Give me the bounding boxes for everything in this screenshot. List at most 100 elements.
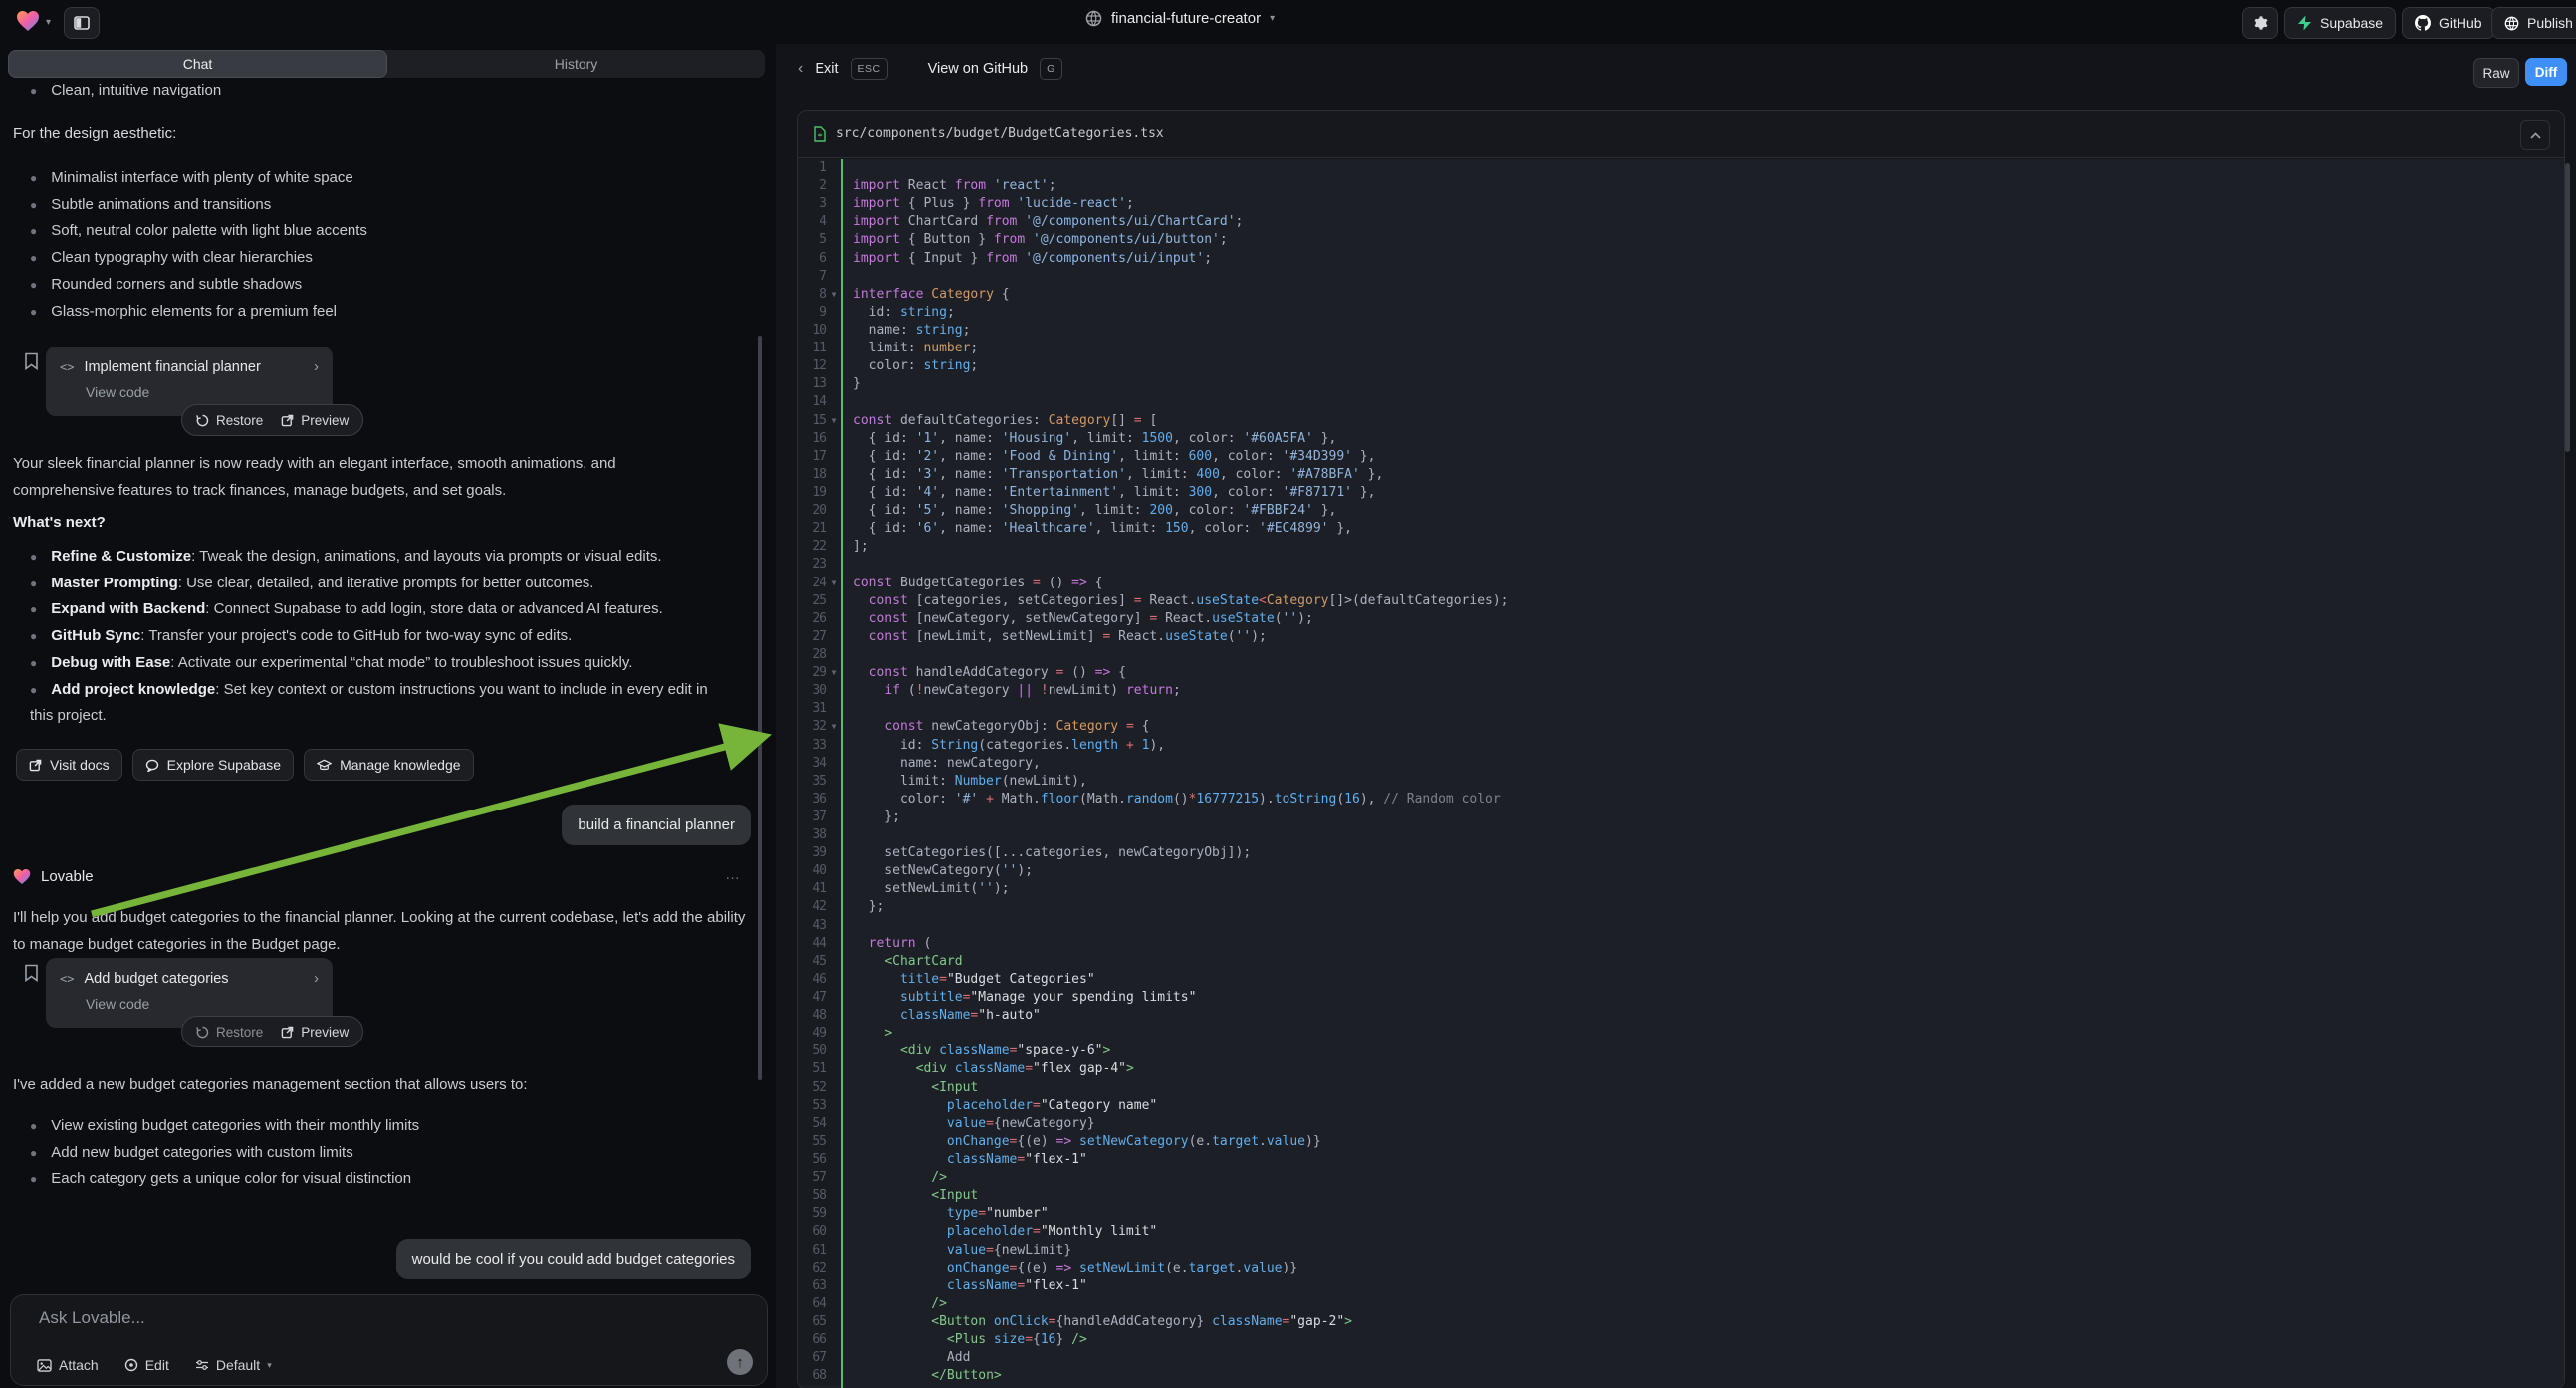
- line-number: 30: [798, 682, 827, 700]
- line-number: 34: [798, 755, 827, 773]
- chevron-up-icon: [2530, 132, 2541, 139]
- lovable-logo[interactable]: [16, 10, 40, 32]
- code-text: <div className="flex gap-4">: [841, 1060, 1134, 1078]
- explore-supabase-button[interactable]: Explore Supabase: [132, 749, 294, 781]
- fold-gutter: [827, 340, 841, 357]
- manage-knowledge-button[interactable]: Manage knowledge: [304, 749, 473, 781]
- preview-button[interactable]: Preview: [281, 413, 349, 428]
- code-text: limit: number;: [841, 340, 978, 357]
- collapse-button[interactable]: [2520, 120, 2550, 150]
- file-header[interactable]: src/components/budget/BudgetCategories.t…: [798, 111, 2564, 158]
- gear-icon: [2252, 15, 2268, 31]
- mode-select[interactable]: Default ▾: [195, 1357, 272, 1373]
- code-line: 53 placeholder="Category name": [798, 1097, 2564, 1115]
- fold-arrow-icon[interactable]: ▼: [827, 286, 841, 304]
- bookmark-icon[interactable]: [24, 964, 39, 982]
- line-number: 62: [798, 1260, 827, 1277]
- file-path: src/components/budget/BudgetCategories.t…: [836, 126, 1164, 141]
- bullet-dot: ●: [30, 84, 37, 98]
- fold-gutter: [827, 1260, 841, 1277]
- fold-arrow-icon[interactable]: ▼: [827, 575, 841, 592]
- bookmark-icon[interactable]: [24, 352, 39, 370]
- code-line: 42 };: [798, 898, 2564, 916]
- line-number: 14: [798, 393, 827, 411]
- preview-button[interactable]: Preview: [281, 1025, 349, 1040]
- exit-button[interactable]: Exit: [815, 61, 838, 77]
- code-text: import React from 'react';: [841, 177, 1056, 195]
- fold-gutter: [827, 773, 841, 791]
- code-line: 36 color: '#' + Math.floor(Math.random()…: [798, 791, 2564, 809]
- settings-button[interactable]: [2242, 7, 2278, 39]
- code-line: 37 };: [798, 809, 2564, 826]
- fold-arrow-icon[interactable]: ▼: [827, 718, 841, 736]
- edit-button[interactable]: Edit: [124, 1357, 169, 1373]
- code-line: 5import { Button } from '@/components/ui…: [798, 231, 2564, 249]
- fold-gutter: [827, 1313, 841, 1331]
- chat-scrollbar[interactable]: [758, 336, 762, 1080]
- bullet-dot: ●: [30, 656, 37, 670]
- ask-lovable-input[interactable]: [37, 1307, 638, 1329]
- visit-docs-button[interactable]: Visit docs: [16, 749, 122, 781]
- line-number: 40: [798, 862, 827, 880]
- view-on-github-button[interactable]: View on GitHub: [928, 61, 1028, 77]
- sidebar-toggle-button[interactable]: [64, 7, 100, 39]
- fold-gutter: [827, 682, 841, 700]
- external-link-icon: [281, 414, 294, 427]
- code-line: 41 setNewLimit('');: [798, 880, 2564, 898]
- restore-button[interactable]: Restore: [196, 413, 263, 428]
- send-button[interactable]: ↑: [727, 1349, 753, 1375]
- restore-button[interactable]: Restore: [196, 1025, 263, 1040]
- publish-button[interactable]: Publish: [2491, 7, 2576, 39]
- raw-toggle-button[interactable]: Raw: [2473, 58, 2519, 88]
- view-code-link[interactable]: View code: [46, 375, 333, 400]
- code-text: };: [841, 809, 900, 826]
- fold-gutter: [827, 1151, 841, 1169]
- fold-arrow-icon[interactable]: ▼: [827, 412, 841, 430]
- tab-history[interactable]: History: [387, 50, 765, 78]
- line-number: 58: [798, 1187, 827, 1205]
- supabase-button[interactable]: Supabase: [2284, 7, 2396, 39]
- attach-button[interactable]: Attach: [37, 1357, 99, 1373]
- code-text: <Input: [841, 1187, 978, 1205]
- code-text: <div className="space-y-6">: [841, 1042, 1110, 1060]
- code-text: id: string;: [841, 304, 955, 322]
- fold-gutter: [827, 1349, 841, 1367]
- code-scroll-area[interactable]: 12import React from 'react';3import { Pl…: [798, 159, 2564, 1388]
- code-line: 22];: [798, 538, 2564, 556]
- list-item: ●Minimalist interface with plenty of whi…: [30, 165, 733, 192]
- list-item: ●Soft, neutral color palette with light …: [30, 218, 733, 245]
- code-icon: <>: [60, 360, 74, 374]
- line-number: 33: [798, 737, 827, 755]
- github-button[interactable]: GitHub: [2402, 7, 2495, 39]
- line-number: 65: [798, 1313, 827, 1331]
- line-number: 4: [798, 213, 827, 231]
- code-text: color: string;: [841, 357, 978, 375]
- code-line: 2import React from 'react';: [798, 177, 2564, 195]
- code-line: 16 { id: '1', name: 'Housing', limit: 15…: [798, 430, 2564, 448]
- viewer-header-left: ‹ Exit ESC View on GitHub G: [798, 58, 1062, 80]
- line-number: 3: [798, 195, 827, 213]
- code-line: 51 <div className="flex gap-4">: [798, 1060, 2564, 1078]
- back-chevron-icon[interactable]: ‹: [798, 60, 803, 78]
- chevron-down-icon[interactable]: ▾: [46, 17, 51, 28]
- code-line: 56 className="flex-1": [798, 1151, 2564, 1169]
- code-scrollbar[interactable]: [2565, 163, 2570, 452]
- input-controls: Attach Edit Default ▾: [37, 1357, 272, 1373]
- fold-gutter: [827, 213, 841, 231]
- diff-toggle-button[interactable]: Diff: [2525, 58, 2567, 86]
- code-viewer-panel: ‹ Exit ESC View on GitHub G Raw Diff src…: [776, 44, 2576, 1388]
- restore-icon: [196, 1026, 209, 1039]
- code-text: { id: '6', name: 'Healthcare', limit: 15…: [841, 520, 1352, 538]
- tab-chat[interactable]: Chat: [8, 50, 387, 78]
- code-line: 24▼const BudgetCategories = () => {: [798, 575, 2564, 592]
- message-menu-button[interactable]: …: [725, 866, 742, 883]
- fold-gutter: [827, 1205, 841, 1223]
- line-number: 61: [798, 1242, 827, 1260]
- g-kbd-badge: G: [1040, 58, 1062, 80]
- fold-arrow-icon[interactable]: ▼: [827, 664, 841, 682]
- code-text: setNewLimit('');: [841, 880, 1010, 898]
- bullet-dot: ●: [30, 1172, 37, 1186]
- code-line: 32▼ const newCategoryObj: Category = {: [798, 718, 2564, 736]
- view-code-link[interactable]: View code: [46, 987, 333, 1012]
- project-switcher[interactable]: financial-future-creator ▾: [1085, 10, 1275, 27]
